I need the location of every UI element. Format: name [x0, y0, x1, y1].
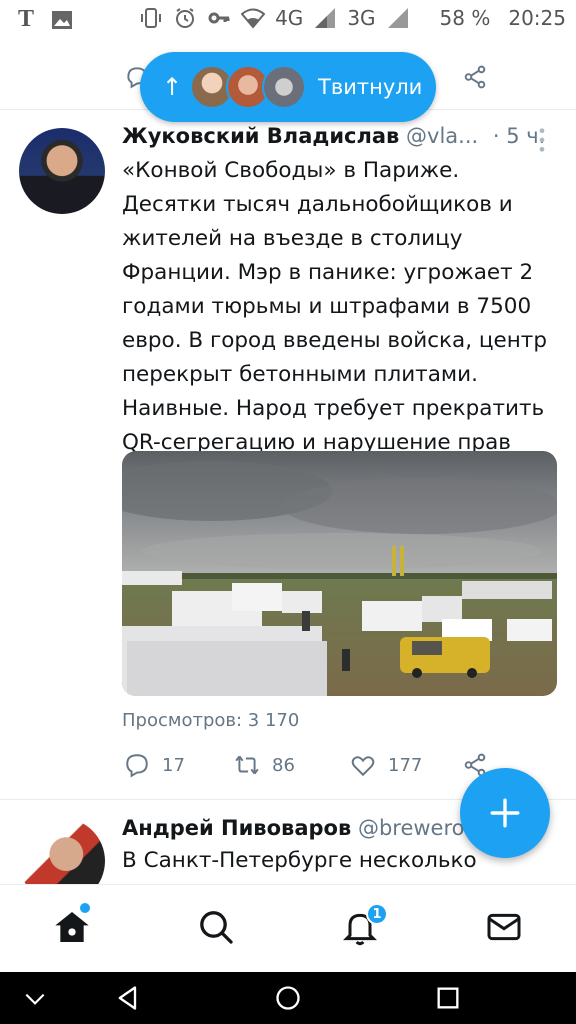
- tweet-text-line: годами тюрьмы и штрафами в 7500: [122, 294, 532, 319]
- new-tweets-label: Твитнули: [318, 75, 423, 99]
- nav-home[interactable]: [52, 903, 92, 947]
- retweet-count: 86: [272, 754, 295, 776]
- avatar[interactable]: [19, 818, 105, 884]
- back-icon[interactable]: [114, 984, 142, 1012]
- nav-notifications[interactable]: 1: [340, 903, 388, 947]
- home-circle-icon[interactable]: [274, 984, 302, 1012]
- home-badge-dot: [80, 903, 90, 913]
- recents-icon[interactable]: [434, 984, 462, 1012]
- notifications-badge: 1: [366, 903, 388, 925]
- like-count: 177: [388, 754, 423, 776]
- avatar: [262, 65, 306, 109]
- view-count: Просмотров: 3 170: [122, 710, 300, 731]
- retweet-icon: [235, 755, 259, 775]
- plus-icon: [490, 798, 520, 828]
- tweet-text-line: «Конвой Свободы» в Париже.: [122, 158, 460, 183]
- author-handle: @brewerov: [357, 816, 477, 840]
- nav-messages[interactable]: [484, 907, 524, 947]
- tweet-text-line: Наивные. Народ требует прекратить: [122, 396, 545, 421]
- reply-count: 17: [162, 754, 185, 776]
- arrow-up-icon: ↑: [162, 73, 183, 101]
- home-icon: [55, 912, 89, 942]
- tweet-video[interactable]: [122, 451, 557, 696]
- video-frame: [122, 451, 557, 696]
- tweet-text-line: жителей на въезде в столицу: [122, 226, 463, 251]
- bottom-navigation: 1: [0, 884, 576, 972]
- tweet-text-line: Десятки тысяч дальнобойщиков и: [122, 192, 513, 217]
- tweet-header: Жуковский Владислав @vla... · 5 ч.: [122, 124, 562, 148]
- avatar[interactable]: [19, 128, 105, 214]
- author-name[interactable]: Андрей Пивоваров: [122, 816, 351, 840]
- like-button[interactable]: 177: [350, 752, 422, 778]
- reply-button[interactable]: 17: [124, 752, 185, 778]
- mail-icon: [487, 913, 521, 941]
- nav-search[interactable]: [196, 907, 236, 947]
- author-name[interactable]: Жуковский Владислав: [122, 124, 399, 148]
- new-tweets-avatars: [190, 65, 306, 109]
- search-icon: [200, 911, 233, 944]
- retweet-button[interactable]: 86: [234, 752, 295, 778]
- tweet[interactable]: Жуковский Владислав @vla... · 5 ч. «Конв…: [0, 110, 576, 800]
- system-navigation-bar: [0, 972, 576, 1024]
- author-handle: @vla...: [406, 124, 479, 148]
- more-options-icon[interactable]: [534, 126, 550, 154]
- tweet-text-line: перекрыт бетонными плитами.: [122, 362, 478, 387]
- compose-tweet-button[interactable]: [460, 768, 550, 858]
- tweet-text: «Конвой Свободы» в Париже. Десятки тысяч…: [122, 154, 552, 460]
- chevron-down-icon[interactable]: [22, 986, 48, 1012]
- share-icon[interactable]: [462, 64, 488, 90]
- reply-icon: [126, 754, 148, 778]
- heart-icon: [351, 756, 375, 777]
- tweet-text-line: евро. В город введены войска, центр: [122, 328, 547, 353]
- tweet-text-line: Франции. Мэр в панике: угрожает 2: [122, 260, 534, 285]
